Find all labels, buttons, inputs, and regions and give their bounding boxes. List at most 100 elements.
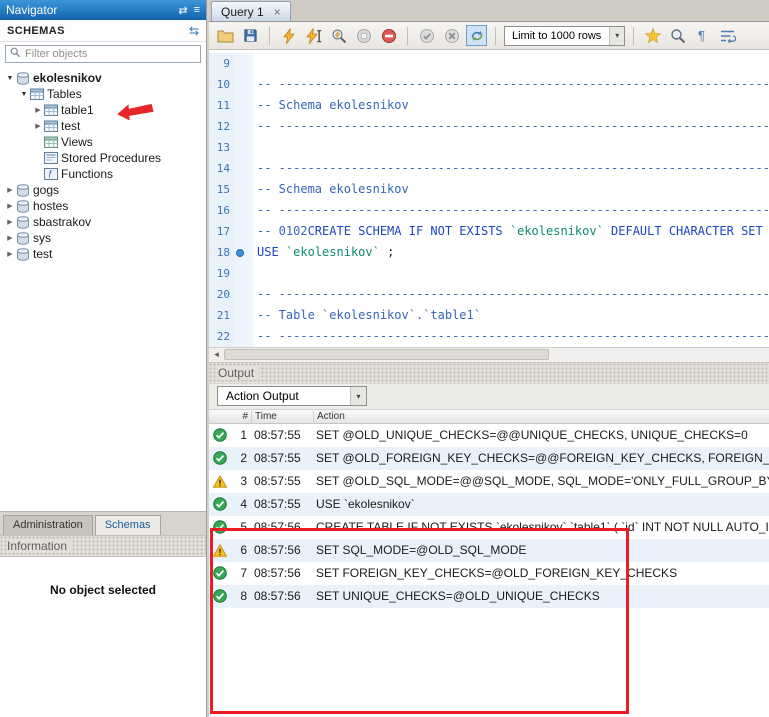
tree-item-ekolesnikov[interactable]: ▼ ekolesnikov [0,70,206,86]
open-script-icon[interactable] [215,25,236,46]
output-row[interactable]: 308:57:55SET @OLD_SQL_MODE=@@SQL_MODE, S… [209,470,769,493]
beautify-icon[interactable] [642,25,663,46]
execute-current-icon[interactable] [303,25,324,46]
expander-closed-icon[interactable]: ▶ [32,122,44,130]
code-line[interactable]: 22-- -----------------------------------… [209,326,769,347]
expander-closed-icon[interactable]: ▶ [32,106,44,114]
success-icon [209,451,231,465]
output-row[interactable]: 608:57:56SET SQL_MODE=@OLD_SQL_MODE [209,539,769,562]
panel-dock-icon[interactable]: ⇄ [178,4,187,17]
tree-item-table1[interactable]: ▶table1 [0,102,206,118]
line-number: 9 [209,53,235,74]
code-line[interactable]: 20-- -----------------------------------… [209,284,769,305]
editor-hscrollbar[interactable]: ◂ [209,347,769,362]
column-header-action[interactable]: Action [313,411,769,422]
toggle-autocommit-icon[interactable] [466,25,487,46]
marker-margin [235,242,253,263]
output-label: Output [218,366,259,380]
tree-item-gogs[interactable]: ▶gogs [0,182,206,198]
marker-margin [235,158,253,179]
code-line[interactable]: 16-- -----------------------------------… [209,200,769,221]
tree-item-sys[interactable]: ▶sys [0,230,206,246]
output-row[interactable]: 708:57:56SET FOREIGN_KEY_CHECKS=@OLD_FOR… [209,562,769,585]
output-view-selector[interactable]: Action Output ▾ [217,386,367,406]
output-row[interactable]: 108:57:55SET @OLD_UNIQUE_CHECKS=@@UNIQUE… [209,424,769,447]
row-time: 08:57:56 [251,520,313,534]
code-line[interactable]: 14-- -----------------------------------… [209,158,769,179]
row-time: 08:57:56 [251,589,313,603]
line-number: 19 [209,263,235,284]
tree-item-stored-procedures[interactable]: Stored Procedures [0,150,206,166]
expander-open-icon[interactable]: ▼ [18,91,30,98]
invisibles-icon[interactable]: ¶ [692,25,713,46]
toolbar-separator [407,27,408,45]
schema-tree: ▼ekolesnikov▼Tables▶table1▶testViewsStor… [0,66,206,511]
wrap-text-icon[interactable] [717,25,738,46]
tree-item-views[interactable]: Views [0,134,206,150]
expander-closed-icon[interactable]: ▶ [4,186,16,194]
commit-icon[interactable] [416,25,437,46]
panel-menu-icon[interactable]: ≡ [194,4,200,16]
expander-closed-icon[interactable]: ▶ [4,234,16,242]
success-icon [209,566,231,580]
tables-folder-icon [30,88,47,100]
sql-toolbar: Limit to 1000 rows ▾ ¶ [209,22,769,50]
expander-closed-icon[interactable]: ▶ [4,250,16,258]
tree-item-functions[interactable]: fFunctions [0,166,206,182]
tree-item-label: Views [61,135,93,149]
row-action: SET SQL_MODE=@OLD_SQL_MODE [313,543,769,557]
expander-closed-icon[interactable]: ▶ [4,218,16,226]
expander-open-icon[interactable]: ▼ [4,75,16,82]
column-header-index[interactable]: # [231,411,251,422]
limit-rows-dropdown[interactable]: Limit to 1000 rows ▾ [504,26,625,46]
marker-margin [235,200,253,221]
sql-code-editor[interactable]: 910-- ----------------------------------… [209,50,769,347]
tree-item-hostes[interactable]: ▶hostes [0,198,206,214]
tab-schemas[interactable]: Schemas [95,515,161,535]
tab-administration[interactable]: Administration [3,515,93,535]
expander-closed-icon[interactable]: ▶ [4,202,16,210]
tree-item-label: Stored Procedures [61,151,161,165]
schemas-section-header: SCHEMAS ⇆ [0,20,206,42]
column-header-time[interactable]: Time [251,411,313,422]
tree-item-label: ekolesnikov [33,71,102,85]
code-line[interactable]: 21-- Table `ekolesnikov`.`table1` [209,305,769,326]
filter-objects-input[interactable]: Filter objects [5,45,201,63]
explain-icon[interactable] [328,25,349,46]
save-script-icon[interactable] [240,25,261,46]
toggle-stop-on-error-icon[interactable] [378,25,399,46]
line-number: 18 [209,242,235,263]
marker-margin [235,284,253,305]
scrollbar-thumb[interactable] [224,349,549,360]
tab-query-1[interactable]: Query 1 × [211,1,291,21]
output-row[interactable]: 408:57:55USE `ekolesnikov` [209,493,769,516]
code-line[interactable]: 9 [209,53,769,74]
refresh-schemas-icon[interactable]: ⇆ [189,24,199,38]
chevron-down-icon: ▾ [350,387,366,405]
scroll-left-icon[interactable]: ◂ [209,349,224,360]
tree-item-test[interactable]: ▶test [0,118,206,134]
code-line[interactable]: 18USE `ekolesnikov` ; [209,242,769,263]
output-row[interactable]: 808:57:56SET UNIQUE_CHECKS=@OLD_UNIQUE_C… [209,585,769,608]
code-line[interactable]: 11-- Schema ekolesnikov [209,95,769,116]
code-line[interactable]: 10-- -----------------------------------… [209,74,769,95]
stop-icon[interactable] [353,25,374,46]
navigator-title-bar: Navigator ⇄ ≡ [0,0,206,20]
code-line[interactable]: 15-- Schema ekolesnikov [209,179,769,200]
code-line[interactable]: 19 [209,263,769,284]
close-tab-icon[interactable]: × [274,6,281,18]
tree-item-tables[interactable]: ▼Tables [0,86,206,102]
output-row[interactable]: 208:57:55SET @OLD_FOREIGN_KEY_CHECKS=@@F… [209,447,769,470]
line-number: 14 [209,158,235,179]
row-time: 08:57:55 [251,428,313,442]
execute-icon[interactable] [278,25,299,46]
tree-item-test[interactable]: ▶test [0,246,206,262]
rollback-icon[interactable] [441,25,462,46]
code-line[interactable]: 13 [209,137,769,158]
code-line[interactable]: 12-- -----------------------------------… [209,116,769,137]
tree-item-sbastrakov[interactable]: ▶sbastrakov [0,214,206,230]
row-action: SET UNIQUE_CHECKS=@OLD_UNIQUE_CHECKS [313,589,769,603]
find-icon[interactable] [667,25,688,46]
code-line[interactable]: 17-- 0102CREATE SCHEMA IF NOT EXISTS `ek… [209,221,769,242]
output-row[interactable]: 508:57:56CREATE TABLE IF NOT EXISTS `eko… [209,516,769,539]
